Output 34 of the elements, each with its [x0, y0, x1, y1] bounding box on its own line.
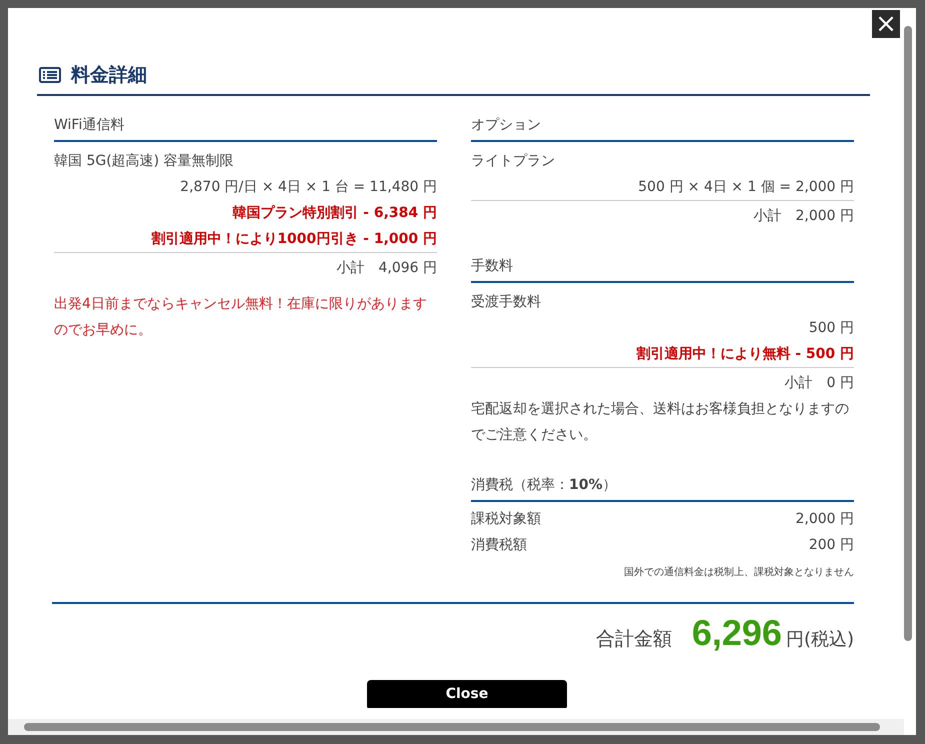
subtotal-label: 小計: [753, 207, 782, 226]
price-calculation: 2,870 円/日 × 4日 × 1 台 = 11,480 円: [180, 179, 437, 195]
discount-line: 韓国プラン特別割引 - 6,384 円: [232, 205, 437, 221]
total-amount: 6,296: [692, 612, 782, 654]
section-heading: 消費税（税率：10%）: [471, 476, 854, 502]
tax-value: 2,000 円: [795, 510, 854, 529]
list-icon: [39, 67, 61, 83]
total-label: 合計金額: [596, 627, 672, 652]
section-heading: オプション: [471, 116, 854, 142]
discount-line: 割引適用中！により無料 - 500 円: [636, 346, 854, 362]
price-calculation: 500 円 × 4日 × 1 個 = 2,000 円: [638, 179, 854, 195]
cancellation-notice: 出発4日前までならキャンセル無料！在庫に限りがありますのでお早めに。: [54, 295, 428, 340]
discount-line: 割引適用中！により1000円引き - 1,000 円: [151, 231, 437, 247]
subtotal-value: 2,000 円: [795, 207, 854, 226]
subtotal-label: 小計: [336, 259, 364, 278]
horizontal-scrollbar[interactable]: [8, 719, 904, 735]
total-unit: 円(税込): [786, 628, 854, 651]
section-heading: WiFi通信料: [54, 116, 437, 142]
subtotal-value: 0 円: [826, 374, 854, 393]
tax-notice: 国外での通信料金は税制上、課税対象となりません: [624, 567, 854, 578]
section-heading: 手数料: [471, 257, 854, 283]
item-name: 受渡手数料: [471, 293, 542, 312]
tax-value: 200 円: [808, 536, 854, 555]
subtotal-label: 小計: [784, 374, 813, 393]
shipping-notice: 宅配返却を選択された場合、送料はお客様負担となりますのでご注意ください。: [471, 400, 850, 445]
item-name: 韓国 5G(超高速) 容量無制限: [54, 152, 235, 171]
dialog-title: 料金詳細: [71, 63, 147, 88]
tax-label: 課税対象額: [471, 510, 541, 529]
close-icon[interactable]: ×: [872, 10, 900, 38]
close-button[interactable]: Close: [367, 680, 567, 708]
tax-label: 消費税額: [471, 536, 527, 555]
item-name: ライトプラン: [471, 152, 556, 171]
subtotal-value: 4,096 円: [378, 259, 437, 278]
price-calculation: 500 円: [808, 320, 854, 336]
